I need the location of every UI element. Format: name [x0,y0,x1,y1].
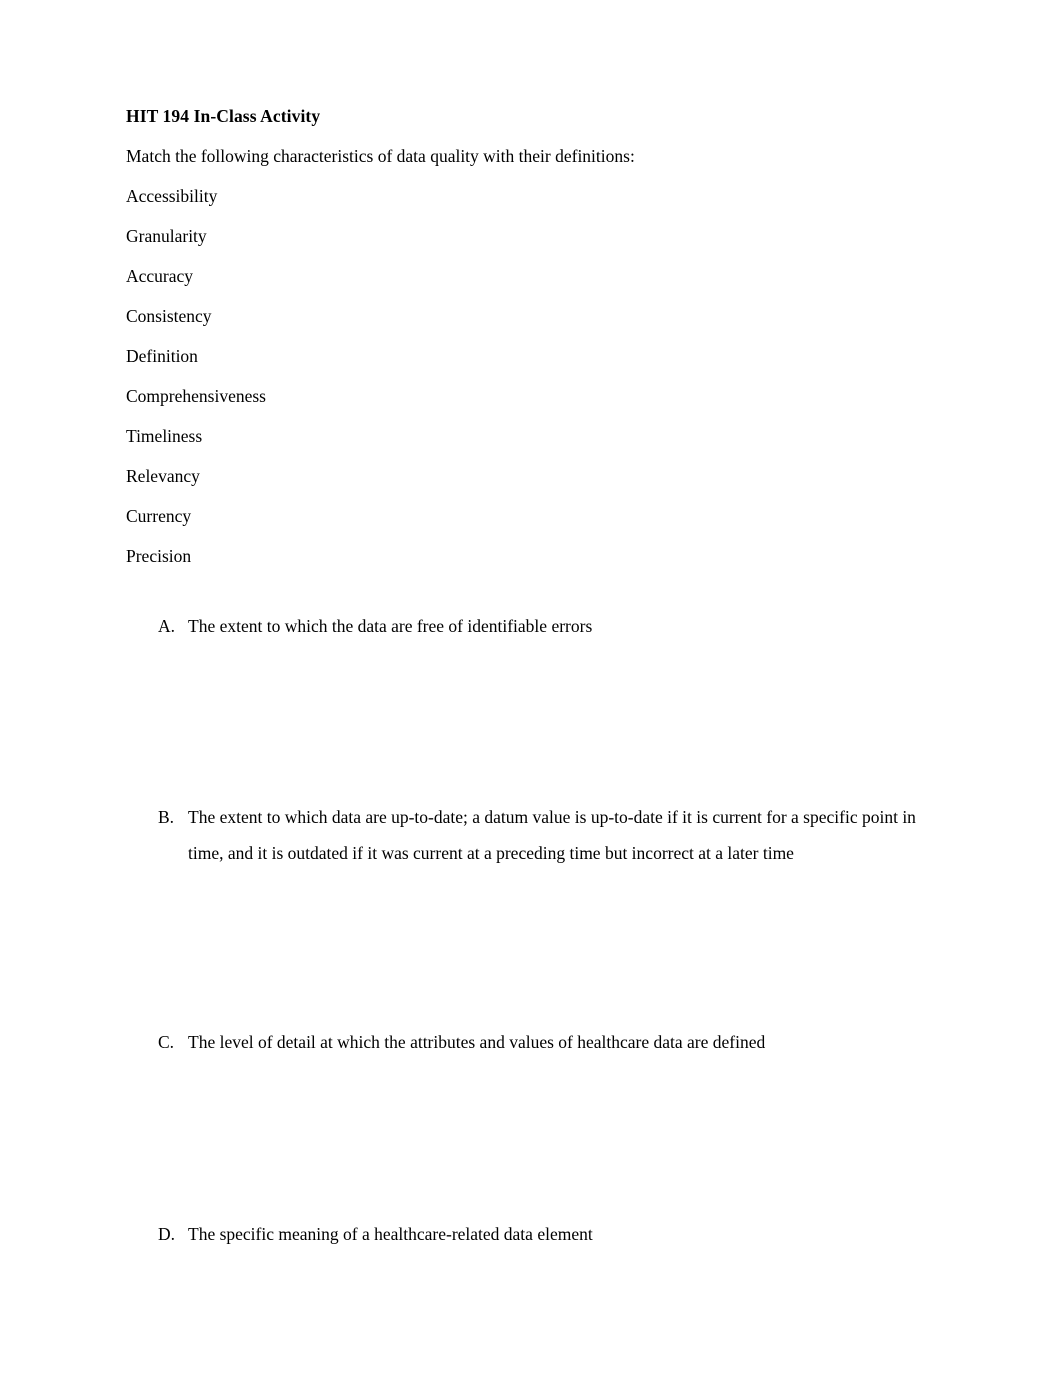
definition-item-c: C. The level of detail at which the attr… [126,1024,932,1060]
term-item-timeliness: Timeliness [126,426,203,446]
term-item-definition: Definition [126,346,198,366]
answer-space-a [126,644,932,799]
term-item-accuracy: Accuracy [126,266,194,286]
term-item-precision: Precision [126,546,192,566]
definition-text-a: The extent to which the data are free of… [188,616,593,636]
term-item-currency: Currency [126,506,192,526]
definition-text-c: The level of detail at which the attribu… [188,1032,766,1052]
answer-space-b [126,871,932,1024]
term-item-comprehensiveness: Comprehensiveness [126,386,266,406]
document-page: HIT 194 In-Class Activity Match the foll… [0,0,1062,1377]
term-item-relevancy: Relevancy [126,466,200,486]
definition-text-d: The specific meaning of a healthcare-rel… [188,1224,593,1244]
definition-marker-c: C. [158,1032,175,1052]
page-title: HIT 194 In-Class Activity [126,106,321,126]
term-list: Accessibility Granularity Accuracy Consi… [126,176,932,576]
instruction-text: Match the following characteristics of d… [126,146,635,166]
definition-item-d: D. The specific meaning of a healthcare-… [126,1216,932,1252]
document-body: HIT 194 In-Class Activity Match the foll… [126,96,932,1252]
definition-list: A. The extent to which the data are free… [126,608,932,1252]
definition-marker-b: B. [158,807,175,827]
definition-marker-a: A. [158,616,176,636]
definition-marker-d: D. [158,1224,176,1244]
definition-item-a: A. The extent to which the data are free… [126,608,932,644]
answer-space-c [126,1060,932,1216]
term-item-accessibility: Accessibility [126,186,218,206]
list-top-spacer [126,576,932,608]
term-item-granularity: Granularity [126,226,207,246]
definition-text-b: The extent to which data are up-to-date;… [188,807,916,863]
definition-item-b: B. The extent to which data are up-to-da… [126,799,932,871]
term-item-consistency: Consistency [126,306,212,326]
